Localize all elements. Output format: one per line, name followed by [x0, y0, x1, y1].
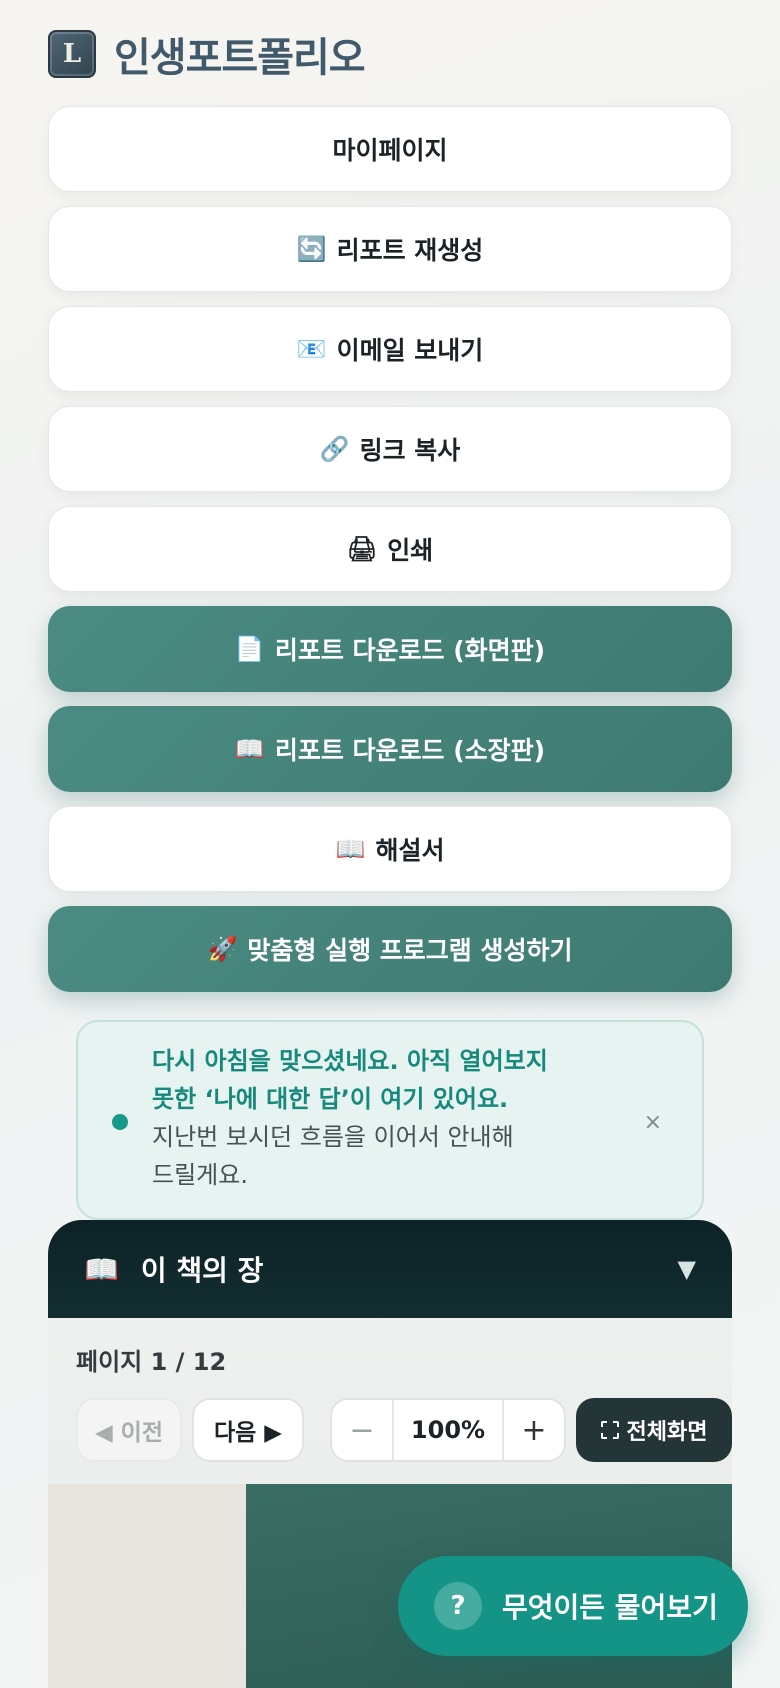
- ask-anything-button[interactable]: ? 무엇이든 물어보기: [398, 1556, 748, 1656]
- chevron-down-icon[interactable]: ▼: [678, 1255, 696, 1283]
- action-label: 이메일 보내기: [336, 336, 484, 365]
- notice-text: 다시 아침을 맞으셨네요. 아직 열어보지 못한 ‘나에 대한 답’이 여기 있…: [152, 1042, 612, 1194]
- book-icon: 📖: [84, 1252, 119, 1286]
- next-page-button[interactable]: 다음 ▶: [192, 1398, 304, 1462]
- brand-logo: L: [48, 30, 96, 78]
- zoom-in-button[interactable]: +: [502, 1400, 564, 1460]
- page-indicator: 페이지 1 / 12: [76, 1348, 227, 1376]
- action-label: 인쇄: [387, 536, 434, 565]
- action-label: 리포트 다운로드 (화면판): [274, 636, 546, 665]
- welcome-back-notice: 다시 아침을 맞으셨네요. 아직 열어보지 못한 ‘나에 대한 답’이 여기 있…: [76, 1020, 704, 1220]
- zoom-control: − 100% +: [330, 1398, 566, 1462]
- notice-headline-line2: 못한 ‘나에 대한 답’이 여기 있어요.: [152, 1085, 509, 1113]
- action-icon: 🔄: [296, 235, 327, 263]
- question-icon: ?: [434, 1582, 482, 1630]
- brand-title: 인생포트폴리오: [114, 35, 366, 81]
- action-icon: 📖: [234, 735, 265, 763]
- action-icon: 🚀: [207, 935, 238, 963]
- action-icon: 📄: [234, 635, 265, 663]
- zoom-out-button[interactable]: −: [332, 1400, 394, 1460]
- notice-dot-icon: [112, 1114, 128, 1130]
- report-page: L 인생포트폴리오 마이페이지 🔄 리포트 재생성 📧 이메일 보내기 🔗 링크 복사 🖨 인쇄…: [0, 0, 780, 1688]
- prev-page-button[interactable]: ◀ 이전: [76, 1398, 182, 1462]
- fullscreen-icon: [600, 1421, 619, 1439]
- mypage-button[interactable]: 마이페이지: [48, 106, 732, 192]
- notice-sub-line1: 지난번 보시던 흐름을 이어서 안내해: [152, 1123, 514, 1151]
- print-button[interactable]: 🖨 인쇄: [48, 506, 732, 592]
- action-label: 링크 복사: [359, 436, 461, 465]
- action-label: 맞춤형 실행 프로그램 생성하기: [247, 936, 573, 965]
- brand-header[interactable]: L 인생포트폴리오: [48, 30, 366, 81]
- action-label: 리포트 다운로드 (소장판): [274, 736, 546, 765]
- regenerate-report-button[interactable]: 🔄 리포트 재생성: [48, 206, 732, 292]
- action-label: 리포트 재생성: [336, 236, 484, 265]
- chapter-title: 이 책의 장: [140, 1254, 264, 1287]
- close-icon[interactable]: ×: [644, 1110, 662, 1135]
- custom-program-button[interactable]: 🚀 맞춤형 실행 프로그램 생성하기: [48, 906, 732, 992]
- action-icon: 🖨: [346, 535, 378, 563]
- ask-anything-label: 무엇이든 물어보기: [502, 1591, 718, 1624]
- chapter-toggle[interactable]: 📖 이 책의 장 ▼: [48, 1220, 732, 1318]
- send-email-button[interactable]: 📧 이메일 보내기: [48, 306, 732, 392]
- action-label: 해설서: [375, 836, 445, 865]
- notice-headline-line1: 다시 아침을 맞으셨네요. 아직 열어보지: [152, 1047, 548, 1075]
- copy-link-button[interactable]: 🔗 링크 복사: [48, 406, 732, 492]
- action-icon: 🔗: [319, 435, 350, 463]
- fullscreen-label: 전체화면: [626, 1420, 708, 1445]
- download-screen-button[interactable]: 📄 리포트 다운로드 (화면판): [48, 606, 732, 692]
- zoom-level: 100%: [410, 1416, 486, 1444]
- fullscreen-button[interactable]: 전체화면: [576, 1398, 732, 1462]
- download-collector-button[interactable]: 📖 리포트 다운로드 (소장판): [48, 706, 732, 792]
- guidebook-button[interactable]: 📖 해설서: [48, 806, 732, 892]
- action-label: 마이페이지: [332, 136, 448, 165]
- action-icon: 📧: [296, 335, 327, 363]
- notice-sub-line2: 드릴게요.: [152, 1161, 248, 1189]
- action-icon: 📖: [335, 835, 366, 863]
